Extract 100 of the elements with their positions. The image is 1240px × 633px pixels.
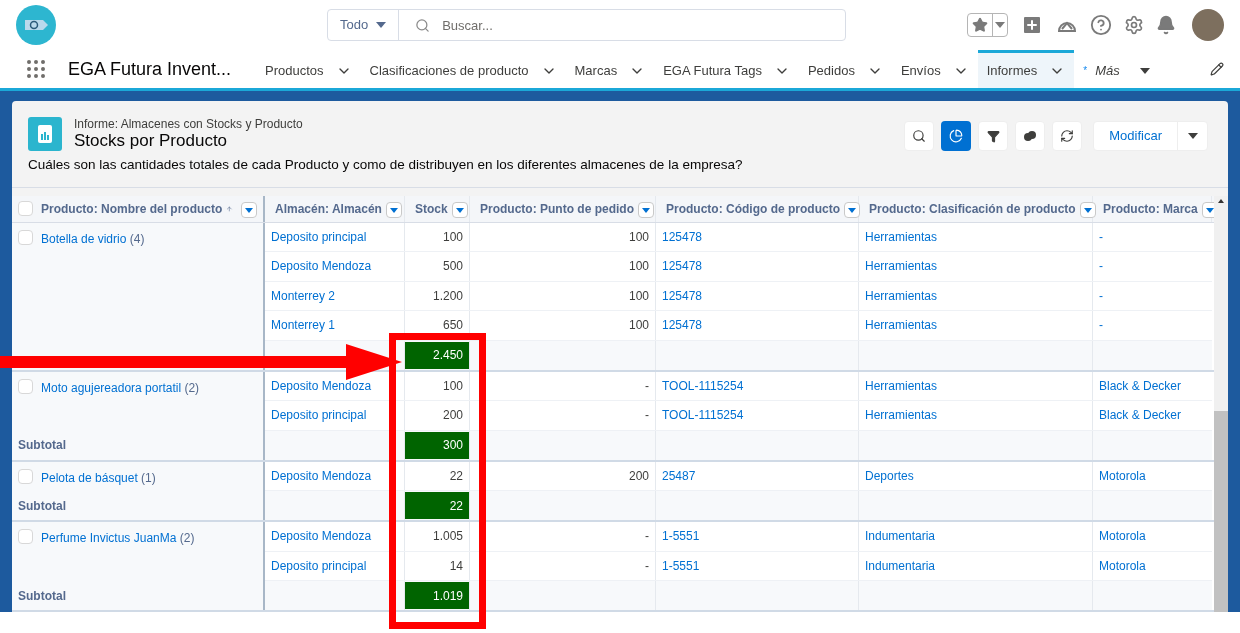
brand-link[interactable]: Motorola [1099,466,1146,485]
search-button[interactable] [904,121,935,151]
avatar[interactable] [1192,9,1224,41]
column-header[interactable]: Producto: Nombre del producto [41,199,223,218]
scrollbar[interactable] [1214,196,1228,612]
product-name: Moto agujereadora portatil (2) [41,379,200,397]
column-header[interactable]: Stock [415,199,448,218]
product-code-link[interactable]: 125478 [662,257,703,276]
subtotal-value: 22 [405,492,469,519]
caret-icon[interactable] [844,202,860,218]
stock-value: 500 [442,258,463,276]
classification-link[interactable]: Herramientas [865,227,938,246]
app-launcher-icon[interactable] [24,57,48,81]
favorites-button[interactable] [967,13,1008,37]
classification-link[interactable]: Herramientas [865,376,938,395]
help-icon[interactable] [1090,14,1112,36]
product-code-link[interactable]: 125478 [662,316,703,335]
comments-button[interactable] [1015,121,1046,151]
warehouse-link[interactable]: Deposito Mendoza [271,466,372,485]
caret-icon[interactable] [385,202,402,218]
stock-value: 100 [442,377,463,395]
caret-icon[interactable] [451,202,468,218]
row-checkbox[interactable] [18,529,33,544]
nav-tab[interactable]: Marcas [565,50,655,88]
warehouse-link[interactable]: Deposito Mendoza [271,527,372,546]
subtotal-value: 1.019 [405,582,469,609]
product-link[interactable]: Moto agujereadora portatil [41,380,182,395]
search-bar[interactable]: Todo Buscar... [327,9,846,41]
column-header[interactable]: Producto: Punto de pedido [480,199,634,218]
row-checkbox[interactable] [18,229,33,245]
product-code-link[interactable]: 1-5551 [662,556,700,575]
row-checkbox[interactable] [18,201,33,217]
caret-icon[interactable] [241,202,257,218]
scope-dropdown[interactable]: Todo [328,10,400,40]
classification-link[interactable]: Indumentaria [865,556,936,575]
warehouse-link[interactable]: Deposito principal [271,406,367,425]
pencil-icon[interactable] [1210,62,1224,76]
classification-link[interactable]: Herramientas [865,286,938,305]
warehouse-link[interactable]: Deposito principal [271,227,367,246]
product-link[interactable]: Perfume Invictus JuanMa [41,531,177,545]
stock-value: 1.005 [432,528,463,546]
stock-value: 14 [449,557,463,575]
warehouse-link[interactable]: Deposito principal [271,556,367,575]
warehouse-link[interactable]: Deposito Mendoza [271,376,372,395]
nav-tab[interactable]: Envíos [891,50,978,88]
classification-link[interactable]: Herramientas [865,406,938,425]
brand-link[interactable]: Black & Decker [1099,376,1182,395]
brand-link[interactable]: Black & Decker [1099,406,1182,425]
report-icon [28,117,62,151]
nav-tab[interactable]: Informes [977,50,1075,88]
classification-link[interactable]: Indumentaria [865,527,936,546]
nav-tab[interactable]: Productos [256,50,361,88]
product-code-link[interactable]: TOOL-1115254 [662,376,744,395]
settings-icon[interactable] [1124,15,1144,35]
refresh-button[interactable] [1052,121,1083,151]
reorder-point: 200 [628,467,649,485]
product-code-link[interactable]: TOOL-1115254 [662,406,744,425]
brand-link[interactable]: - [1099,257,1103,276]
row-checkbox[interactable] [18,378,33,394]
notifications-icon[interactable] [1156,15,1176,35]
report-title: Stocks por Producto [74,131,229,151]
filter-button[interactable] [978,121,1009,151]
search-field[interactable]: Buscar... [442,10,845,40]
classification-link[interactable]: Herramientas [865,316,938,335]
warehouse-link[interactable]: Monterrey 1 [271,316,336,335]
product-code-link[interactable]: 125478 [662,286,703,305]
nav-tab[interactable]: Clasificaciones de producto [360,50,566,88]
product-link[interactable]: Pelota de básquet [41,470,138,485]
nav-tab[interactable]: EGA Futura Tags [654,50,799,88]
product-code-link[interactable]: 125478 [662,227,703,246]
nav-tab[interactable]: * Más [1074,50,1159,88]
caret-icon[interactable] [376,22,387,28]
brand-link[interactable]: - [1099,286,1103,305]
reorder-point: 100 [628,258,649,276]
warehouse-link[interactable]: Monterrey 2 [271,286,336,305]
brand-link[interactable]: Motorola [1099,556,1146,575]
classification-link[interactable]: Herramientas [865,257,938,276]
chart-button[interactable] [941,121,972,151]
caret-icon[interactable] [1139,67,1150,74]
star-icon[interactable] [972,17,988,33]
row-checkbox[interactable] [18,468,33,484]
column-header[interactable]: Producto: Marca [1103,199,1198,218]
column-header[interactable]: Almacén: Almacén [275,199,382,218]
warehouse-link[interactable]: Deposito Mendoza [271,257,372,276]
stock-value: 650 [442,317,463,335]
brand-link[interactable]: Motorola [1099,527,1146,546]
filter-icon [986,129,1000,143]
caret-icon[interactable] [1079,202,1096,218]
product-link[interactable]: Botella de vidrio [41,231,127,246]
stock-value: 22 [449,467,463,485]
column-header[interactable]: Producto: Clasificación de producto [869,199,1076,218]
caret-icon[interactable] [638,202,654,218]
caret-icon[interactable] [1187,133,1198,139]
classification-link[interactable]: Deportes [865,466,914,485]
brand-link[interactable]: - [1099,227,1103,246]
brand-link[interactable]: - [1099,316,1103,335]
product-code-link[interactable]: 1-5551 [662,527,700,546]
nav-tab[interactable]: Pedidos [798,50,892,88]
product-code-link[interactable]: 25487 [662,466,696,485]
column-header[interactable]: Producto: Código de producto [666,199,840,218]
